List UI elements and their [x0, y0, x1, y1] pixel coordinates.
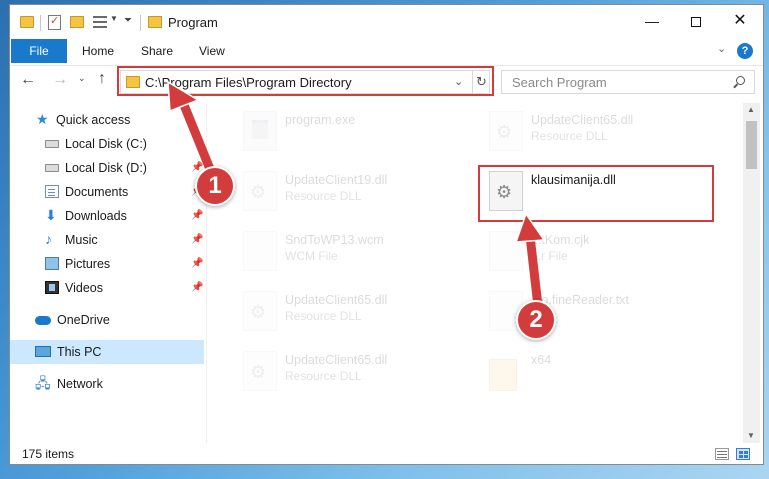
step-1-badge: 1	[195, 166, 235, 206]
arrow-to-dll-file	[514, 212, 546, 311]
annotation-arrows	[167, 80, 546, 311]
step-2-badge: 2	[516, 300, 556, 340]
arrow-to-address-bar	[167, 80, 217, 179]
